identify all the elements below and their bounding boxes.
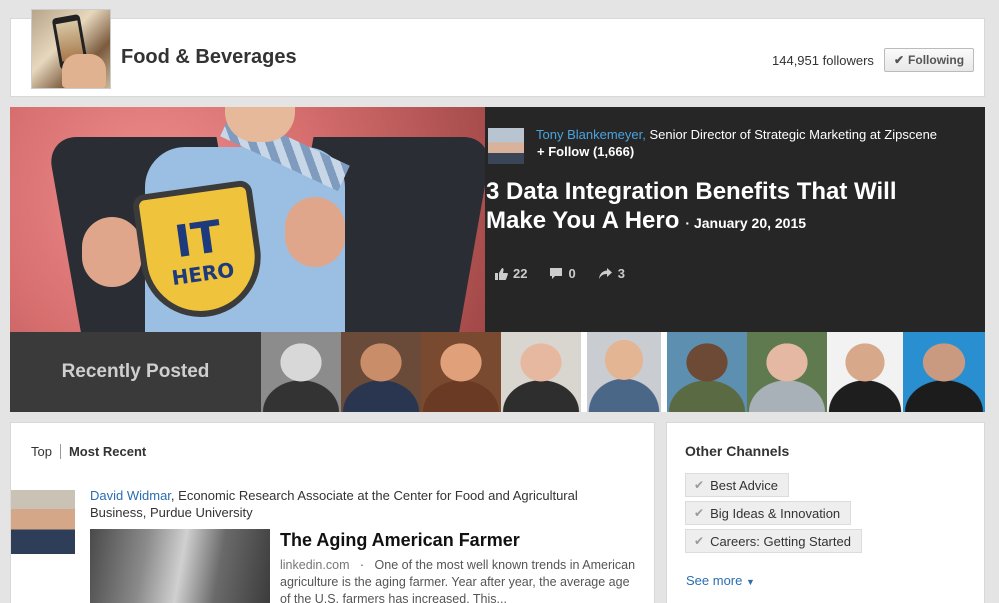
comment-icon xyxy=(550,268,563,279)
post-image[interactable] xyxy=(90,529,270,603)
recent-post-thumb[interactable] xyxy=(667,332,747,412)
recent-post-thumb[interactable] xyxy=(827,332,903,412)
likes-count: 22 xyxy=(513,266,528,281)
check-icon: ✔ xyxy=(893,53,905,67)
post-author: David Widmar, Economic Research Associat… xyxy=(90,487,630,521)
post-author-name[interactable]: David Widmar xyxy=(90,488,171,503)
featured-author-title: Senior Director of Strategic Marketing a… xyxy=(645,127,938,142)
recent-post-thumb[interactable] xyxy=(903,332,985,412)
like-button[interactable]: 22 xyxy=(494,266,527,281)
tab-most-recent[interactable]: Most Recent xyxy=(61,444,146,459)
post-source: linkedin.com xyxy=(280,558,350,572)
following-button[interactable]: ✔ Following xyxy=(884,48,974,72)
recent-post-thumb[interactable] xyxy=(261,332,341,412)
share-arrow-icon xyxy=(598,268,612,279)
featured-author-avatar[interactable] xyxy=(488,128,524,164)
feed-tabs: Top Most Recent xyxy=(31,444,146,459)
followers-count: 144,951 followers xyxy=(772,53,874,68)
tab-top[interactable]: Top xyxy=(31,444,61,459)
recent-post-thumb[interactable] xyxy=(421,332,501,412)
recent-post-thumb[interactable] xyxy=(747,332,827,412)
other-channels-title: Other Channels xyxy=(685,443,790,459)
channel-image[interactable] xyxy=(31,9,111,89)
check-icon: ✔ xyxy=(694,506,705,520)
check-icon: ✔ xyxy=(694,534,705,548)
comment-button[interactable]: 0 xyxy=(549,266,576,281)
featured-title[interactable]: 3 Data Integration Benefits That Will Ma… xyxy=(486,177,946,238)
featured-image[interactable]: IT HERO xyxy=(10,107,485,332)
channel-list: ✔ Best Advice ✔ Big Ideas & Innovation ✔… xyxy=(685,473,862,553)
recent-post-thumb[interactable] xyxy=(501,332,581,412)
comments-count: 0 xyxy=(568,266,576,281)
post-author-avatar[interactable] xyxy=(11,490,75,554)
featured-post[interactable]: IT HERO Tony Blankemeyer, Senior Directo… xyxy=(10,107,985,332)
featured-author: Tony Blankemeyer, Senior Director of Str… xyxy=(536,127,937,142)
recently-posted-label: Recently Posted xyxy=(61,361,210,382)
featured-author-name[interactable]: Tony Blankemeyer, xyxy=(536,127,646,142)
post-excerpt: linkedin.com · One of the most well know… xyxy=(280,557,640,603)
channel-item-big-ideas[interactable]: ✔ Big Ideas & Innovation xyxy=(685,501,852,525)
channel-header: Food & Beverages 144,951 followers ✔ Fol… xyxy=(10,9,985,97)
recent-post-thumb[interactable] xyxy=(581,332,667,412)
share-button[interactable]: 3 xyxy=(598,266,625,281)
see-more-link[interactable]: See more ▼ xyxy=(686,573,755,588)
check-icon: ✔ xyxy=(694,478,705,492)
post-title[interactable]: The Aging American Farmer xyxy=(280,530,520,551)
other-channels-panel: Other Channels ✔ Best Advice ✔ Big Ideas… xyxy=(666,422,985,603)
post-feed: Top Most Recent David Widmar, Economic R… xyxy=(10,422,655,603)
caret-down-icon: ▼ xyxy=(746,577,755,587)
channel-title[interactable]: Food & Beverages xyxy=(121,46,297,69)
featured-stats: 22 0 3 xyxy=(494,266,625,281)
recent-post-thumb[interactable] xyxy=(341,332,421,412)
channel-item-careers[interactable]: ✔ Careers: Getting Started xyxy=(685,529,862,553)
follow-author-button[interactable]: + Follow (1,666) xyxy=(537,144,634,159)
thumbs-up-icon xyxy=(495,267,508,280)
shares-count: 3 xyxy=(617,266,625,281)
channel-item-best-advice[interactable]: ✔ Best Advice xyxy=(685,473,789,497)
featured-date: · January 20, 2015 xyxy=(685,215,807,231)
following-label: Following xyxy=(908,53,965,67)
recently-posted-strip: Recently Posted xyxy=(10,332,985,412)
